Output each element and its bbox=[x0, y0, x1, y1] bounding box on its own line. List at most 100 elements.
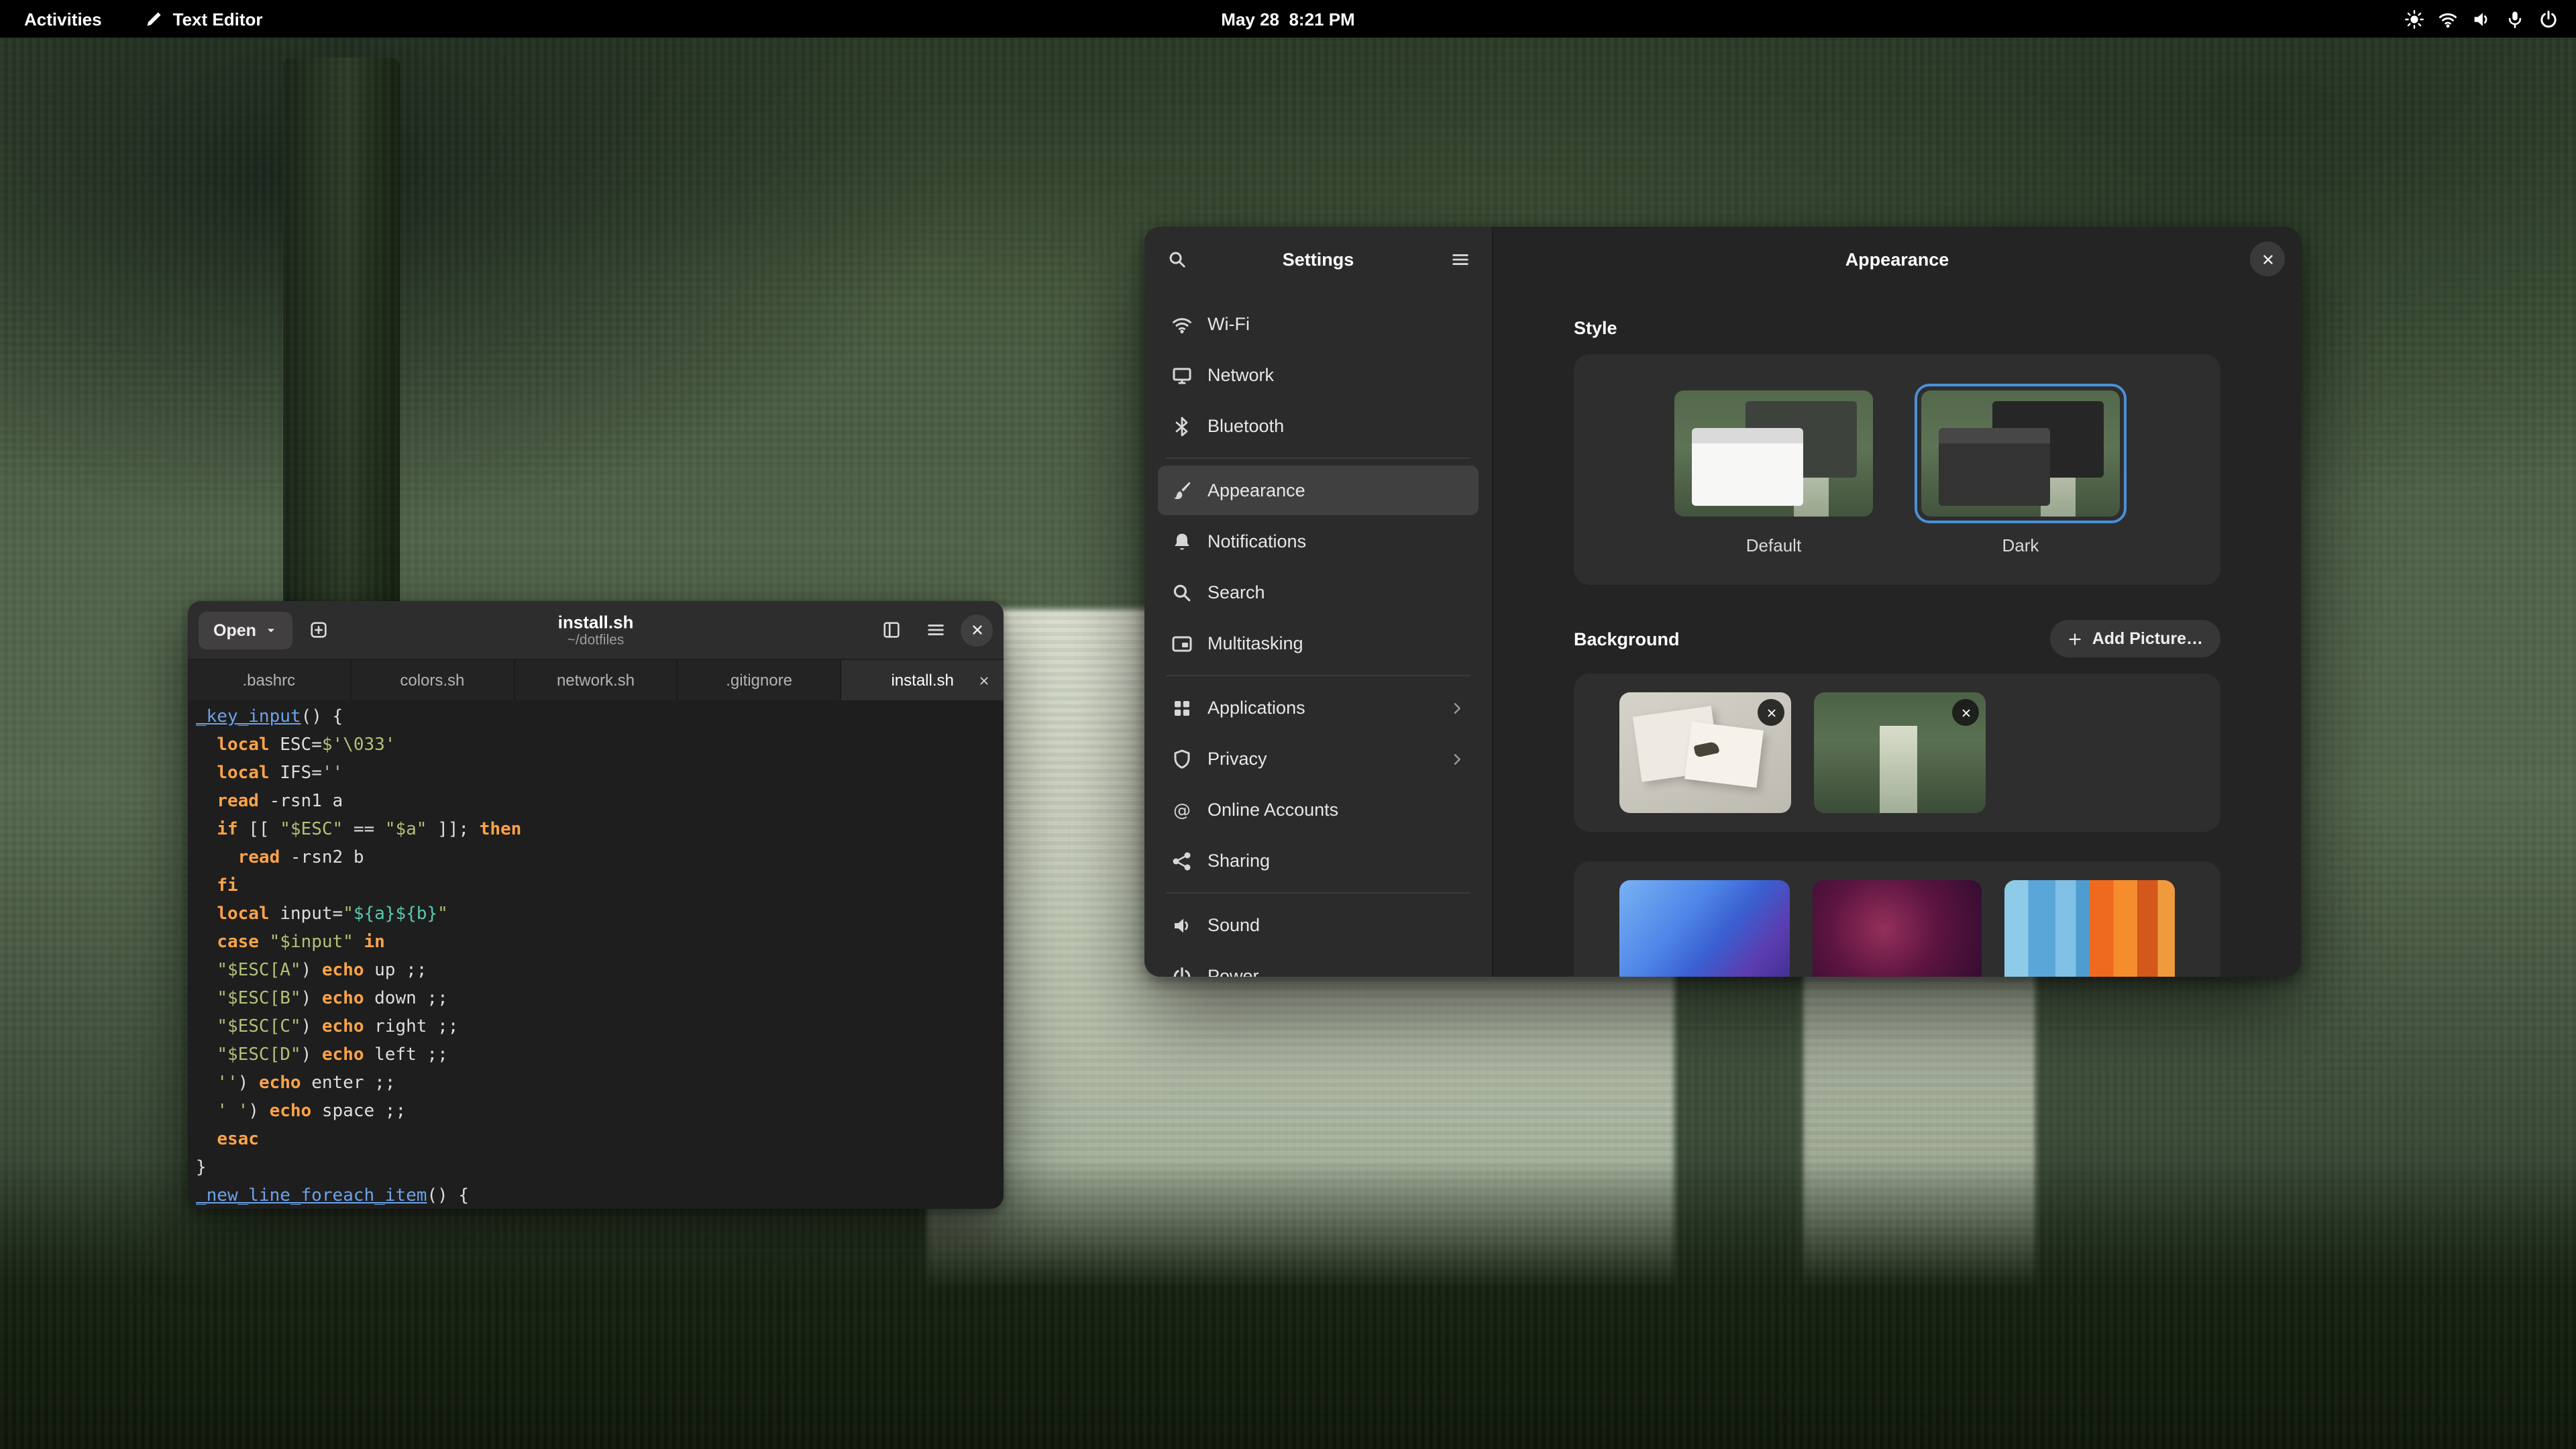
open-button-label: Open bbox=[213, 621, 256, 639]
settings-sidebar-list: Wi-Fi Network Bluetooth Appearance Notificat… bbox=[1144, 291, 1492, 977]
tab-close-button[interactable] bbox=[973, 668, 997, 692]
settings-sidebar-header: Settings bbox=[1144, 227, 1492, 291]
sidebar-item-label: Multitasking bbox=[1208, 633, 1303, 653]
wallpaper-thumbnail-blue-geometric[interactable] bbox=[1619, 880, 1789, 977]
code-line: "$ESC[D") echo left ;; bbox=[196, 1041, 1004, 1069]
editor-menu-button[interactable] bbox=[916, 611, 954, 649]
clock-button[interactable]: May 28 8:21 PM bbox=[1208, 0, 1368, 38]
sidebar-item-label: Sharing bbox=[1208, 851, 1270, 871]
background-thumbnail-forest-waterfall[interactable] bbox=[1814, 692, 1986, 813]
background-thumbnail-light-abstract[interactable] bbox=[1619, 692, 1791, 813]
style-option-default[interactable]: Default bbox=[1668, 384, 1880, 585]
sidebar-item-bluetooth[interactable]: Bluetooth bbox=[1158, 401, 1479, 451]
hamburger-menu-icon bbox=[925, 620, 945, 640]
code-line: ' ') echo space ;; bbox=[196, 1097, 1004, 1126]
power-icon bbox=[1171, 965, 1193, 977]
tab-label: .gitignore bbox=[726, 671, 792, 690]
editor-header-bar: Open install.sh ~/dotfiles bbox=[188, 601, 1004, 660]
bluetooth-icon bbox=[1171, 415, 1193, 437]
apps-icon bbox=[1171, 697, 1193, 718]
sidebar-item-sharing[interactable]: Sharing bbox=[1158, 836, 1479, 885]
sidebar-item-wi-fi[interactable]: Wi-Fi bbox=[1158, 299, 1479, 349]
privacy-icon bbox=[1171, 748, 1193, 769]
remove-background-button[interactable] bbox=[1952, 699, 1979, 726]
sidebar-separator bbox=[1166, 458, 1470, 459]
focused-app-name: Text Editor bbox=[173, 9, 263, 29]
top-bar: Activities Text Editor May 28 8:21 PM bbox=[0, 0, 2576, 38]
code-line: local IFS='' bbox=[196, 759, 1004, 788]
sidebar-item-privacy[interactable]: Privacy bbox=[1158, 734, 1479, 784]
sound-icon bbox=[1171, 914, 1193, 936]
sidebar-item-power[interactable]: Power bbox=[1158, 951, 1479, 977]
volume-icon[interactable] bbox=[2466, 4, 2496, 34]
code-line: '') echo enter ;; bbox=[196, 1069, 1004, 1097]
document-title: install.sh bbox=[558, 611, 634, 632]
style-option-selection-ring bbox=[1915, 384, 2127, 523]
power-icon[interactable] bbox=[2533, 4, 2563, 34]
style-option-dark[interactable]: Dark bbox=[1915, 384, 2127, 585]
code-line: "$ESC[C") echo right ;; bbox=[196, 1013, 1004, 1041]
style-section-label: Style bbox=[1574, 318, 2220, 338]
style-preview-default bbox=[1674, 390, 1873, 517]
code-line: "$ESC[A") echo up ;; bbox=[196, 957, 1004, 985]
sidebar-item-label: Applications bbox=[1208, 698, 1305, 718]
wallpaper-thumbnail-teal-orange[interactable] bbox=[2005, 880, 2175, 977]
code-line: local input="${a}${b}" bbox=[196, 900, 1004, 928]
wallpaper-thumbnail-dark-red[interactable] bbox=[1812, 880, 1982, 977]
new-tab-button[interactable] bbox=[301, 611, 338, 649]
style-option-selection-ring bbox=[1668, 384, 1880, 523]
settings-close-button[interactable] bbox=[2250, 241, 2285, 276]
tab-label: .bashrc bbox=[242, 671, 295, 690]
editor-tab-colors-sh[interactable]: colors.sh bbox=[352, 660, 515, 700]
code-line: } bbox=[196, 1154, 1004, 1182]
sidebar-item-label: Network bbox=[1208, 365, 1274, 385]
activities-button[interactable]: Activities bbox=[13, 0, 113, 38]
code-editing-area[interactable]: _key_input() { local ESC=$'\033' local I… bbox=[188, 700, 1004, 1209]
focused-app-menu-button[interactable]: Text Editor bbox=[134, 0, 274, 38]
sidebar-item-sound[interactable]: Sound bbox=[1158, 900, 1479, 950]
sidebar-item-label: Power bbox=[1208, 966, 1259, 977]
sidebar-item-network[interactable]: Network bbox=[1158, 350, 1479, 400]
microphone-icon[interactable] bbox=[2500, 4, 2529, 34]
editor-tab-network-sh[interactable]: network.sh bbox=[515, 660, 678, 700]
sidebar-item-online-accounts[interactable]: @Online Accounts bbox=[1158, 785, 1479, 835]
sidebar-item-notifications[interactable]: Notifications bbox=[1158, 517, 1479, 566]
text-editor-app-icon bbox=[145, 9, 164, 28]
remove-background-button[interactable] bbox=[1758, 699, 1784, 726]
settings-search-button[interactable] bbox=[1158, 240, 1195, 278]
editor-tab-install-sh[interactable]: install.sh bbox=[841, 660, 1004, 700]
code-line: if [[ "$ESC" == "$a" ]]; then bbox=[196, 816, 1004, 844]
code-line: _new_line_foreach_item() { bbox=[196, 1182, 1004, 1209]
wallpaper-grid-card bbox=[1574, 861, 2220, 977]
editor-close-button[interactable] bbox=[961, 614, 993, 646]
new-tab-icon bbox=[309, 620, 329, 640]
sidebar-item-search[interactable]: Search bbox=[1158, 568, 1479, 617]
panel-toggle-button[interactable] bbox=[872, 611, 910, 649]
sidebar-item-label: Wi-Fi bbox=[1208, 314, 1250, 334]
sidebar-item-applications[interactable]: Applications bbox=[1158, 683, 1479, 733]
document-path: ~/dotfiles bbox=[558, 632, 634, 649]
sidebar-separator bbox=[1166, 675, 1470, 676]
editor-tab-gitignore[interactable]: .gitignore bbox=[678, 660, 842, 700]
code-line: local ESC=$'\033' bbox=[196, 731, 1004, 759]
settings-menu-button[interactable] bbox=[1441, 240, 1479, 278]
open-document-button[interactable]: Open bbox=[199, 611, 292, 649]
brightness-icon[interactable] bbox=[2399, 4, 2428, 34]
add-picture-button[interactable]: Add Picture… bbox=[2051, 620, 2220, 657]
sidebar-item-label: Bluetooth bbox=[1208, 416, 1284, 436]
sidebar-item-label: Online Accounts bbox=[1208, 800, 1338, 820]
code-line: read -rsn1 a bbox=[196, 788, 1004, 816]
sidebar-item-label: Appearance bbox=[1208, 480, 1305, 500]
plus-icon bbox=[2068, 631, 2083, 646]
sidebar-item-multitasking[interactable]: Multitasking bbox=[1158, 619, 1479, 668]
search-icon bbox=[1171, 582, 1193, 603]
style-option-label: Default bbox=[1746, 535, 1801, 555]
sidebar-item-appearance[interactable]: Appearance bbox=[1158, 466, 1479, 515]
dragon-silhouette bbox=[1694, 741, 1720, 757]
wifi-icon[interactable] bbox=[2432, 4, 2462, 34]
chevron-right-icon bbox=[1449, 700, 1465, 716]
user-backgrounds-card bbox=[1574, 674, 2220, 832]
close-icon bbox=[969, 623, 984, 637]
network-icon bbox=[1171, 364, 1193, 386]
editor-tab-bashrc[interactable]: .bashrc bbox=[188, 660, 352, 700]
